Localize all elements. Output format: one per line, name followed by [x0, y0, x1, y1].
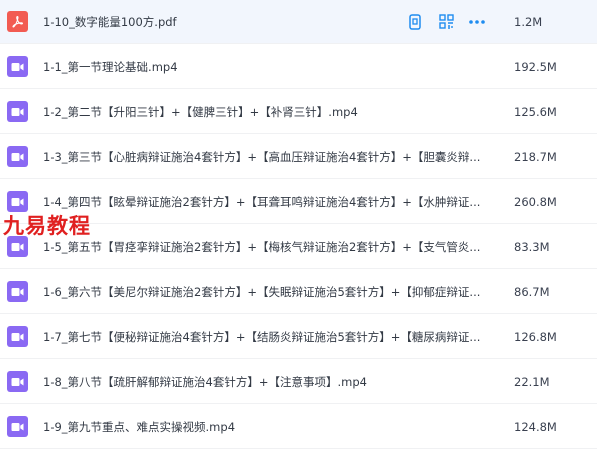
file-size: 124.8M: [514, 419, 557, 434]
file-row[interactable]: 1-9_第九节重点、难点实操视频.mp4 124.8M: [0, 405, 597, 449]
video-icon: [7, 416, 28, 437]
file-size: 125.6M: [514, 104, 557, 119]
file-name[interactable]: 1-8_第八节【疏肝解郁辩证施治4套针方】+【注意事项】.mp4: [43, 374, 367, 390]
file-row[interactable]: 1-10_数字能量100方.pdf 1.2M: [0, 0, 597, 44]
file-name[interactable]: 1-5_第五节【胃痉挛辩证施治2套针方】+【梅核气辩证施治2套针方】+【支气管炎…: [43, 239, 480, 255]
qr-code-icon[interactable]: [437, 13, 455, 31]
file-size: 260.8M: [514, 194, 557, 209]
video-icon: [7, 56, 28, 77]
file-name[interactable]: 1-9_第九节重点、难点实操视频.mp4: [43, 419, 235, 435]
file-row[interactable]: 1-5_第五节【胃痉挛辩证施治2套针方】+【梅核气辩证施治2套针方】+【支气管炎…: [0, 225, 597, 269]
file-name[interactable]: 1-2_第二节【升阳三针】+【健脾三针】+【补肾三针】.mp4: [43, 104, 358, 120]
file-row[interactable]: 1-6_第六节【美尼尔辩证施治2套针方】+【失眠辩证施治5套针方】+【抑郁症辩证…: [0, 270, 597, 314]
file-row[interactable]: 1-2_第二节【升阳三针】+【健脾三针】+【补肾三针】.mp4 125.6M: [0, 90, 597, 134]
row-actions: [406, 13, 486, 31]
file-size: 218.7M: [514, 149, 557, 164]
phone-icon[interactable]: [406, 13, 424, 31]
more-icon[interactable]: [468, 13, 486, 31]
file-name[interactable]: 1-1_第一节理论基础.mp4: [43, 59, 178, 75]
file-row[interactable]: 1-3_第三节【心脏病辩证施治4套针方】+【高血压辩证施治4套针方】+【胆囊炎辩…: [0, 135, 597, 179]
video-icon: [7, 326, 28, 347]
file-name[interactable]: 1-3_第三节【心脏病辩证施治4套针方】+【高血压辩证施治4套针方】+【胆囊炎辩…: [43, 149, 480, 165]
file-size: 22.1M: [514, 374, 550, 389]
video-icon: [7, 101, 28, 122]
file-size: 1.2M: [514, 14, 543, 29]
video-icon: [7, 146, 28, 167]
video-icon: [7, 236, 28, 257]
file-list: 1-10_数字能量100方.pdf 1.2M 1-1_第一节理论基础.mp4 1…: [0, 0, 597, 454]
file-name[interactable]: 1-10_数字能量100方.pdf: [43, 14, 177, 30]
file-row[interactable]: 1-7_第七节【便秘辩证施治4套针方】+【结肠炎辩证施治5套针方】+【糖尿病辩证…: [0, 315, 597, 359]
file-size: 83.3M: [514, 239, 550, 254]
file-row[interactable]: 1-4_第四节【眩晕辩证施治2套针方】+【耳聋耳鸣辩证施治4套针方】+【水肿辩证…: [0, 180, 597, 224]
file-name[interactable]: 1-4_第四节【眩晕辩证施治2套针方】+【耳聋耳鸣辩证施治4套针方】+【水肿辩证…: [43, 194, 480, 210]
video-icon: [7, 281, 28, 302]
file-name[interactable]: 1-7_第七节【便秘辩证施治4套针方】+【结肠炎辩证施治5套针方】+【糖尿病辩证…: [43, 329, 480, 345]
file-size: 86.7M: [514, 284, 550, 299]
file-row[interactable]: 1-1_第一节理论基础.mp4 192.5M: [0, 45, 597, 89]
video-icon: [7, 191, 28, 212]
file-size: 192.5M: [514, 59, 557, 74]
video-icon: [7, 371, 28, 392]
file-row[interactable]: 1-8_第八节【疏肝解郁辩证施治4套针方】+【注意事项】.mp4 22.1M: [0, 360, 597, 404]
pdf-icon: [7, 11, 28, 32]
file-size: 126.8M: [514, 329, 557, 344]
file-name[interactable]: 1-6_第六节【美尼尔辩证施治2套针方】+【失眠辩证施治5套针方】+【抑郁症辩证…: [43, 284, 480, 300]
